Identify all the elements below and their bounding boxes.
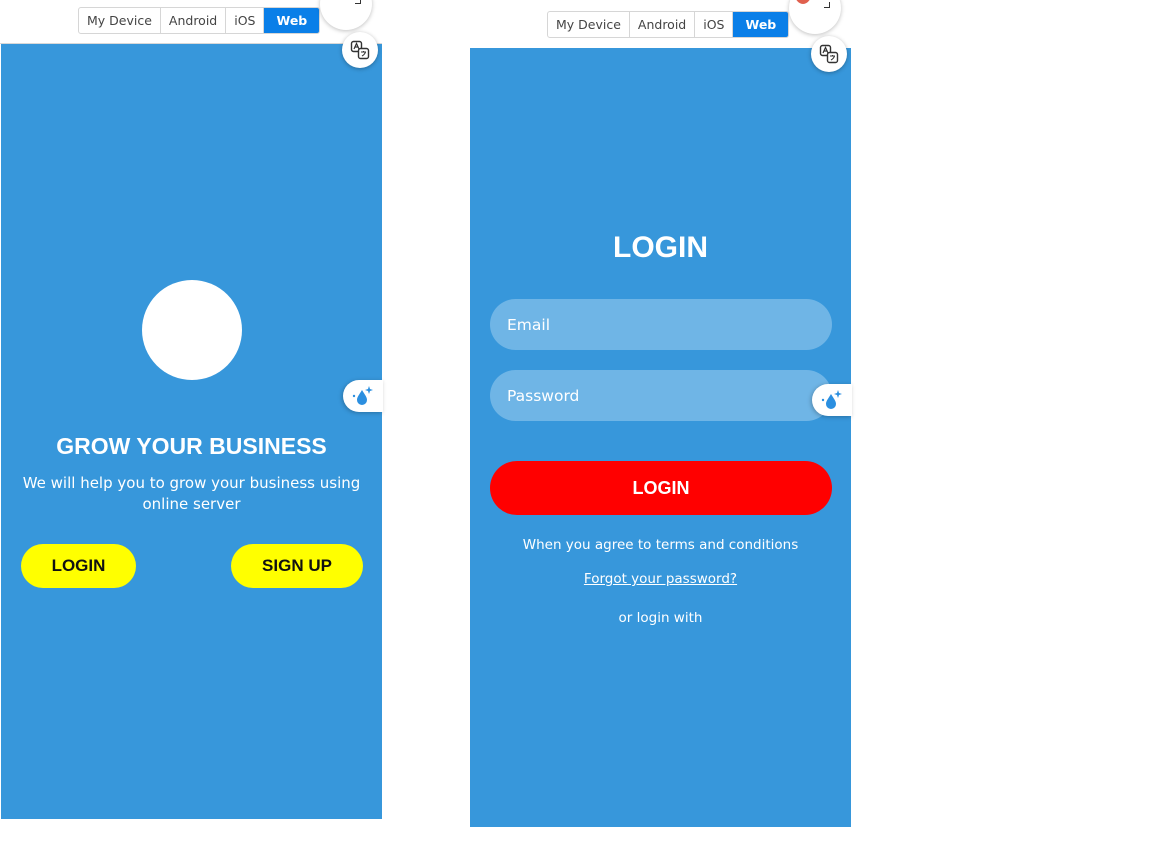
switcher-android[interactable]: Android: [630, 12, 696, 37]
login-submit-button[interactable]: LOGIN: [490, 461, 832, 515]
login-button[interactable]: LOGIN: [21, 544, 136, 588]
extension-logo-icon[interactable]: [320, 0, 372, 30]
signup-button[interactable]: SIGN UP: [231, 544, 363, 588]
switcher-my-device[interactable]: My Device: [548, 12, 630, 37]
login-screen: LOGIN LOGIN When you agree to terms and …: [470, 48, 851, 827]
translate-icon[interactable]: [342, 32, 378, 68]
email-field[interactable]: [490, 299, 832, 350]
switcher-web[interactable]: Web: [733, 12, 789, 37]
device-switcher: My Device Android iOS Web: [78, 7, 321, 34]
logo-placeholder-circle: [142, 280, 242, 380]
alt-login-text: or login with: [618, 610, 703, 626]
welcome-subtext: We will help you to grow your business u…: [22, 474, 361, 513]
switcher-web[interactable]: Web: [264, 8, 320, 33]
switcher-android[interactable]: Android: [161, 8, 227, 33]
forgot-password-link[interactable]: Forgot your password?: [584, 571, 737, 587]
login-title: LOGIN: [613, 231, 708, 264]
forgot-password-row: Forgot your password?: [470, 571, 851, 587]
email-input[interactable]: [505, 314, 809, 335]
device-switcher-2: My Device Android iOS Web: [547, 11, 790, 38]
water-drop-sparkle-icon[interactable]: [343, 380, 383, 412]
switcher-ios[interactable]: iOS: [226, 8, 265, 33]
extension-logo-icon[interactable]: [789, 0, 841, 34]
welcome-screen: GROW YOUR BUSINESS We will help you to g…: [1, 44, 382, 819]
password-field[interactable]: [490, 370, 832, 421]
translate-icon[interactable]: [811, 36, 847, 72]
password-input[interactable]: [505, 385, 809, 406]
switcher-my-device[interactable]: My Device: [79, 8, 161, 33]
water-drop-sparkle-icon[interactable]: [812, 384, 852, 416]
terms-text: When you agree to terms and conditions: [522, 537, 799, 553]
welcome-headline: GROW YOUR BUSINESS: [56, 433, 327, 459]
switcher-ios[interactable]: iOS: [695, 12, 734, 37]
